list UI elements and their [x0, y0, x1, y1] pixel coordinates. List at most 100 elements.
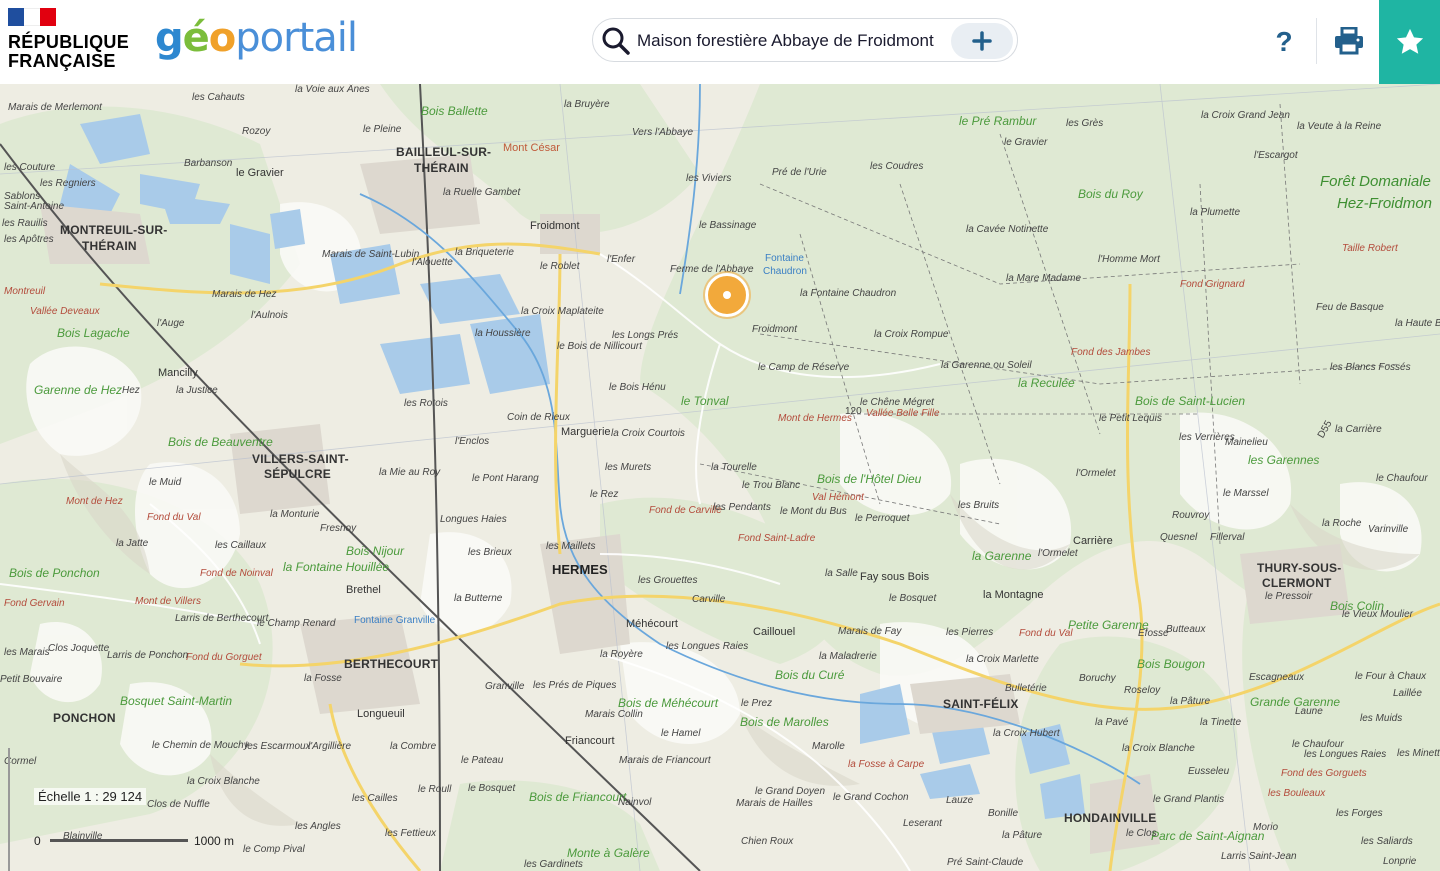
- help-button[interactable]: ?: [1262, 20, 1306, 64]
- village-label: Mancilly: [158, 367, 198, 379]
- place-label: le Prez: [741, 698, 773, 709]
- place-label: le Gravier: [236, 167, 284, 179]
- place-label: le Pleine: [363, 124, 402, 135]
- place-label: les Caillaux: [215, 540, 267, 551]
- favorites-button[interactable]: [1379, 0, 1440, 84]
- place-label: l'Ormelet: [1076, 468, 1116, 479]
- location-marker[interactable]: [705, 273, 749, 317]
- place-label: les Coudres: [870, 161, 924, 172]
- village-label: Fay sous Bois: [860, 571, 930, 583]
- place-label: la Carrière: [1335, 424, 1382, 435]
- forest-label: Bois Bougon: [1137, 657, 1206, 671]
- place-label: l'Homme Mort: [1098, 254, 1160, 265]
- place-label: les Brieux: [468, 547, 512, 558]
- search-bar[interactable]: [592, 18, 1018, 62]
- forest-label: Garenne de Hez: [34, 383, 123, 397]
- place-label: la Pâture: [1002, 830, 1043, 841]
- place-label: Morio: [1253, 822, 1279, 833]
- place-label: le Bosquet: [889, 593, 937, 604]
- place-label: le Perroquet: [855, 513, 910, 524]
- place-label: Pré Saint-Claude: [947, 857, 1024, 868]
- place-label: la Pâture: [1170, 696, 1211, 707]
- forest-label: Bois Lagache: [57, 326, 130, 340]
- logo-geo-text: géo: [155, 15, 236, 61]
- place-label: les Longs Prés: [612, 330, 679, 341]
- place-label: la Croix Hubert: [993, 728, 1060, 739]
- place-label: le Bois de Nillicourt: [557, 341, 643, 352]
- place-label: le Champ Renard: [257, 618, 336, 629]
- place-label: Marais de Saint-Lubin: [322, 249, 420, 260]
- place-label: le Rez: [590, 489, 619, 500]
- place-label: le Pateau: [461, 755, 504, 766]
- relief-label: Val Hémont: [812, 492, 864, 503]
- place-label: les Couture: [4, 162, 56, 173]
- place-label: la Bruyère: [564, 99, 610, 110]
- village-label: Marguerie: [561, 426, 611, 438]
- place-label: les Minettes: [1397, 748, 1440, 759]
- search-options-button[interactable]: [951, 23, 1013, 59]
- place-label: l'Escargot: [1254, 150, 1298, 161]
- place-label: Eusseleu: [1188, 766, 1230, 777]
- place-label: Granville: [485, 681, 525, 692]
- map-view[interactable]: BAILLEUL-SUR- THÉRAIN MONTREUIL-SUR- THÉ…: [0, 84, 1440, 871]
- forest-label: Bois de Ponchon: [9, 566, 100, 580]
- village-label: Longueuil: [357, 708, 405, 720]
- town-label: THÉRAIN: [414, 161, 469, 175]
- place-label: les Prés de Piques: [533, 680, 617, 691]
- town-label: PONCHON: [53, 711, 116, 725]
- relief-label: Fond Saint-Ladre: [738, 533, 816, 544]
- place-label: la Royère: [600, 649, 643, 660]
- place-label: l'Aulnois: [251, 310, 288, 321]
- place-label: la Croix Grand Jean: [1201, 110, 1290, 121]
- forest-label: le Pré Rambur: [959, 114, 1037, 128]
- logo-portail-text: portail: [235, 15, 358, 61]
- republique-francaise-logo[interactable]: RÉPUBLIQUE FRANÇAISE: [8, 8, 138, 76]
- place-label: la Voie aux Ânes: [295, 84, 370, 95]
- place-label: Longues Haies: [440, 514, 507, 525]
- place-label: les Cailles: [352, 793, 398, 804]
- place-label: les Regniers: [40, 178, 96, 189]
- forest-label: le Tonval: [681, 394, 729, 408]
- town-label: BAILLEUL-SUR-: [396, 145, 492, 159]
- relief-label: Fond du Gorguet: [186, 652, 262, 663]
- place-label: le Hamel: [661, 728, 701, 739]
- print-button[interactable]: [1326, 18, 1372, 64]
- place-label: les Gardinets: [524, 859, 583, 870]
- hydro-label: Fontaine Granville: [354, 615, 436, 626]
- scale-label: Échelle 1 : 29 124: [34, 788, 147, 805]
- place-label: Marolle: [812, 741, 845, 752]
- place-label: le Roblet: [540, 261, 580, 272]
- town-label: THÉRAIN: [82, 239, 137, 253]
- place-label: Montreuil: [4, 286, 46, 297]
- village-label: Froidmont: [530, 220, 580, 232]
- place-label: la Fontaine Chaudron: [800, 288, 897, 299]
- relief-label: les Bouleaux: [1268, 788, 1326, 799]
- search-icon[interactable]: [599, 24, 633, 58]
- forest-label: Bosquet Saint-Martin: [120, 694, 233, 708]
- place-label: les Escarmoux: [245, 741, 311, 752]
- place-label: Larris Saint-Jean: [1221, 851, 1297, 862]
- forest-label: la Reculée: [1018, 376, 1075, 390]
- place-label: le Petit Lequis: [1099, 413, 1162, 424]
- place-label: Butteaux: [1166, 624, 1206, 635]
- place-label: la Plumette: [1190, 207, 1241, 218]
- place-label: le Grand Doyen: [755, 786, 826, 797]
- place-label: Ferme de l'Abbaye: [670, 264, 754, 275]
- forest-label: Bois de Beauventre: [168, 435, 273, 449]
- relief-label: Mont de Hermes: [778, 413, 852, 424]
- search-input[interactable]: [637, 27, 937, 55]
- place-label: Lauze: [946, 795, 974, 806]
- place-label: les Bruits: [958, 500, 1000, 511]
- forest-label: Petite Garenne: [1068, 618, 1149, 632]
- place-label: la Houssière: [475, 328, 531, 339]
- place-label: le Pressoir: [1265, 591, 1313, 602]
- forest-label: la Garenne: [972, 549, 1032, 563]
- geoportail-logo[interactable]: géoportail: [155, 12, 358, 64]
- town-label: HONDAINVILLE: [1064, 811, 1157, 825]
- place-label: la Ruelle Gambet: [443, 187, 521, 198]
- place-label: la Garenne ou Soleil: [941, 360, 1032, 371]
- place-label: Nainvol: [618, 797, 652, 808]
- place-label: la Maladrerie: [819, 651, 877, 662]
- place-label: Chien Roux: [741, 836, 794, 847]
- village-label: Friancourt: [565, 735, 615, 747]
